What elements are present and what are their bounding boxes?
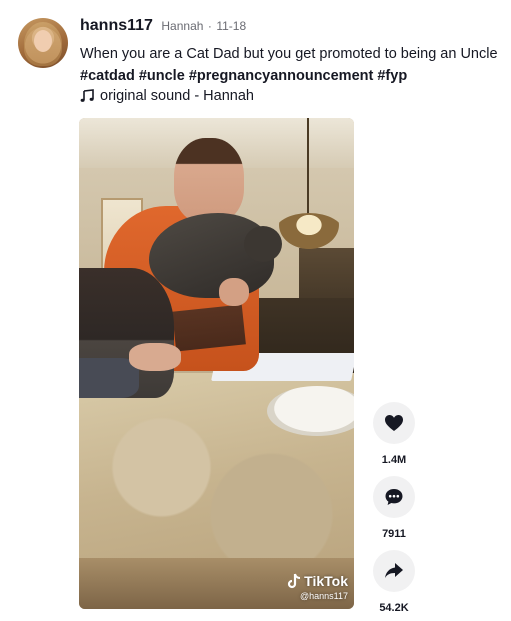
watermark-brand: TikTok	[287, 573, 348, 589]
hashtag-uncle[interactable]: #uncle	[139, 68, 185, 84]
comment-action: 7911	[372, 476, 416, 540]
video-player[interactable]: TikTok @hanns117	[79, 118, 354, 609]
share-action: 54.2K	[372, 550, 416, 614]
video-cat-head	[244, 226, 282, 262]
hashtag-fyp[interactable]: #fyp	[377, 68, 407, 84]
music-note-icon	[80, 89, 94, 102]
video-chandelier-chain	[307, 118, 309, 218]
music-title: original sound - Hannah	[100, 88, 254, 104]
caption-text: When you are a Cat Dad but you get promo…	[80, 46, 498, 62]
video-shirt-print	[172, 304, 246, 352]
post-date: 11-18	[216, 19, 247, 33]
comment-count: 7911	[382, 528, 406, 540]
like-button[interactable]	[373, 402, 415, 444]
username[interactable]: hanns117	[80, 17, 153, 34]
action-bar: 1.4M 7911 54.2K	[372, 402, 416, 621]
watermark-handle: @hanns117	[299, 591, 348, 601]
hashtag-pregnancyannouncement[interactable]: #pregnancyannouncement	[189, 68, 374, 84]
music-link[interactable]: original sound - Hannah	[80, 88, 254, 104]
post-caption: When you are a Cat Dad but you get promo…	[80, 43, 505, 87]
tiktok-watermark: TikTok @hanns117	[287, 573, 348, 601]
share-button[interactable]	[373, 550, 415, 592]
watermark-brand-text: TikTok	[304, 573, 348, 589]
avatar-face	[34, 30, 52, 52]
share-count: 54.2K	[379, 602, 409, 614]
post-header: hanns117 Hannah · 11-18	[80, 17, 246, 35]
video-person-hand	[219, 278, 249, 306]
nickname: Hannah	[161, 19, 204, 33]
like-count: 1.4M	[381, 454, 407, 466]
video-person-head	[174, 138, 244, 223]
share-icon	[385, 563, 403, 578]
comment-icon	[385, 489, 403, 505]
heart-icon	[385, 415, 403, 431]
separator-dot: ·	[207, 19, 212, 33]
hashtag-catdad[interactable]: #catdad	[80, 68, 135, 84]
video-chandelier	[274, 213, 344, 253]
comment-button[interactable]	[373, 476, 415, 518]
like-action: 1.4M	[372, 402, 416, 466]
avatar[interactable]	[18, 18, 68, 68]
video-child-hand	[129, 343, 181, 371]
tiktok-logo-icon	[288, 573, 301, 589]
